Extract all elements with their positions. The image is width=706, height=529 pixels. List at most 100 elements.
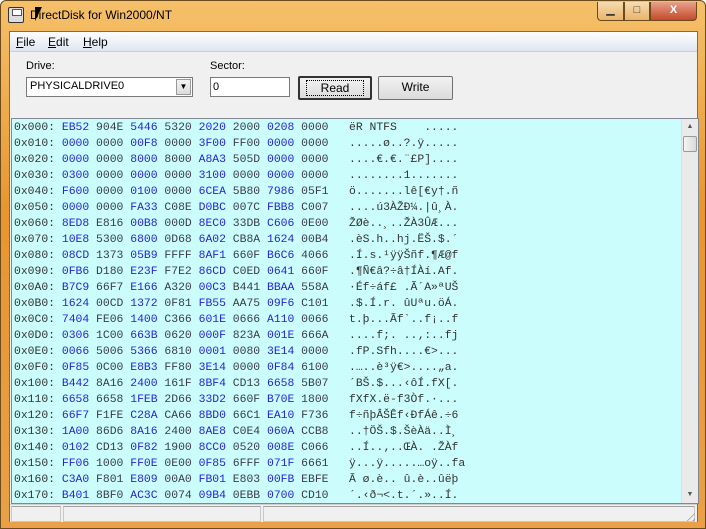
hex-word[interactable]: FF80 xyxy=(164,362,191,374)
hex-word[interactable]: 0000 xyxy=(96,154,123,166)
hex-word[interactable]: 0000 xyxy=(62,202,89,214)
hex-word[interactable]: 0000 xyxy=(130,170,157,182)
hex-word[interactable]: 000D xyxy=(164,218,191,230)
hex-word[interactable]: 0306 xyxy=(62,330,89,342)
hex-word[interactable]: B70E xyxy=(267,394,294,406)
hex-word[interactable]: 1400 xyxy=(130,314,157,326)
sector-input[interactable] xyxy=(210,77,290,97)
hex-word[interactable]: 1FEB xyxy=(130,394,157,406)
hex-word[interactable]: 0EBB xyxy=(233,490,260,502)
hex-word[interactable]: 08CD xyxy=(62,250,89,262)
menu-help[interactable]: Help xyxy=(83,35,108,49)
hex-word[interactable]: 0000 xyxy=(164,186,191,198)
hex-word[interactable]: 8EC0 xyxy=(199,218,226,230)
maximize-button[interactable]: □ xyxy=(624,2,650,21)
hex-word[interactable]: B6C6 xyxy=(267,250,294,262)
row-ascii[interactable]: .fP.Sfh....€>... xyxy=(349,344,458,360)
hex-word[interactable]: E8B3 xyxy=(130,362,157,374)
hex-word[interactable]: 0100 xyxy=(130,186,157,198)
row-ascii[interactable]: ö.......lê[€y†.ñ xyxy=(349,184,458,200)
hex-word[interactable]: 5366 xyxy=(130,346,157,358)
hex-word[interactable]: 0000 xyxy=(164,170,191,182)
hex-word[interactable]: 0001 xyxy=(199,346,226,358)
hex-word[interactable]: 05B9 xyxy=(130,250,157,262)
hex-word[interactable]: 5B80 xyxy=(233,186,260,198)
hex-word[interactable]: 00CD xyxy=(96,298,123,310)
row-ascii[interactable]: fXfX.ë-f3Òf.·... xyxy=(349,392,458,408)
hex-word[interactable]: F600 xyxy=(62,186,89,198)
hex-word[interactable]: A8A3 xyxy=(199,154,226,166)
hex-word[interactable]: 1000 xyxy=(96,458,123,470)
row-ascii[interactable]: ëR NTFS ..... xyxy=(349,120,458,136)
hex-word[interactable]: 505D xyxy=(233,154,260,166)
hex-word[interactable]: CCB8 xyxy=(301,426,328,438)
hex-word[interactable]: 00FB xyxy=(267,474,294,486)
hex-word[interactable]: 0080 xyxy=(233,346,260,358)
scroll-thumb[interactable] xyxy=(683,136,697,152)
hex-word[interactable]: 33DB xyxy=(233,218,260,230)
hex-word[interactable]: 007C xyxy=(233,202,260,214)
hex-word[interactable]: 0C00 xyxy=(96,362,123,374)
hex-word[interactable]: 0000 xyxy=(164,138,191,150)
row-ascii[interactable]: .Í.s.¹ÿÿŠñf.¶Æ@f xyxy=(349,248,458,264)
hex-word[interactable]: 6800 xyxy=(130,234,157,246)
hex-word[interactable]: BBAA xyxy=(267,282,294,294)
hex-word[interactable]: 2400 xyxy=(130,378,157,390)
menu-edit[interactable]: Edit xyxy=(48,35,69,49)
hex-word[interactable]: CB8A xyxy=(233,234,260,246)
hex-word[interactable]: D180 xyxy=(96,266,123,278)
hex-word[interactable]: 0520 xyxy=(233,442,260,454)
hex-word[interactable]: 0E00 xyxy=(301,218,328,230)
hex-word[interactable]: 6658 xyxy=(62,394,89,406)
hex-word[interactable]: 2400 xyxy=(164,426,191,438)
hex-word[interactable]: FF06 xyxy=(62,458,89,470)
hex-word[interactable]: 8000 xyxy=(130,154,157,166)
hex-word[interactable]: 6658 xyxy=(96,394,123,406)
hex-word[interactable]: 8AE8 xyxy=(199,426,226,438)
hex-word[interactable]: 1372 xyxy=(130,298,157,310)
hex-word[interactable]: 558A xyxy=(301,282,328,294)
hex-word[interactable]: 7986 xyxy=(267,186,294,198)
hex-word[interactable]: 6A02 xyxy=(199,234,226,246)
hex-word[interactable]: CD13 xyxy=(233,378,260,390)
hex-word[interactable]: 0066 xyxy=(62,346,89,358)
row-ascii[interactable]: .$.Í.r. ûUªu.öÁ. xyxy=(349,296,458,312)
hex-word[interactable]: AC3C xyxy=(130,490,157,502)
hex-word[interactable]: 0F82 xyxy=(130,442,157,454)
hex-word[interactable]: 0620 xyxy=(164,330,191,342)
hex-word[interactable]: EA10 xyxy=(267,410,294,422)
hex-word[interactable]: 660F xyxy=(233,250,260,262)
hex-word[interactable]: 8BF0 xyxy=(96,490,123,502)
hex-word[interactable]: F736 xyxy=(301,410,328,422)
hex-word[interactable]: 8000 xyxy=(164,154,191,166)
hex-word[interactable]: 660F xyxy=(233,394,260,406)
hex-word[interactable]: 0000 xyxy=(301,154,328,166)
hex-word[interactable]: FF00 xyxy=(233,138,260,150)
hex-word[interactable]: 5B07 xyxy=(301,378,328,390)
hex-word[interactable]: 0FB6 xyxy=(62,266,89,278)
hex-word[interactable]: 0000 xyxy=(301,122,328,134)
hex-word[interactable]: B442 xyxy=(62,378,89,390)
hex-word[interactable]: 0F81 xyxy=(164,298,191,310)
hex-word[interactable]: 00B4 xyxy=(301,234,328,246)
hex-word[interactable]: 6FFF xyxy=(233,458,260,470)
hex-word[interactable]: 6658 xyxy=(267,378,294,390)
hex-word[interactable]: 0000 xyxy=(96,138,123,150)
hex-word[interactable]: 008E xyxy=(267,442,294,454)
hex-word[interactable]: 666A xyxy=(301,330,328,342)
hex-word[interactable]: 0700 xyxy=(267,490,294,502)
hex-word[interactable]: C0ED xyxy=(233,266,260,278)
hex-word[interactable]: 6100 xyxy=(301,362,328,374)
hex-word[interactable]: 1800 xyxy=(301,394,328,406)
hex-word[interactable]: FB01 xyxy=(199,474,226,486)
hex-word[interactable]: 0E00 xyxy=(164,458,191,470)
hex-word[interactable]: E166 xyxy=(130,282,157,294)
row-ascii[interactable]: ....€.€.¨£P].... xyxy=(349,152,458,168)
hex-word[interactable]: 10E8 xyxy=(62,234,89,246)
hex-word[interactable]: 3100 xyxy=(199,170,226,182)
hex-word[interactable]: 0F84 xyxy=(267,362,294,374)
hex-word[interactable]: 0000 xyxy=(267,154,294,166)
hex-word[interactable]: CD10 xyxy=(301,490,328,502)
scroll-up-icon[interactable]: ▲ xyxy=(682,119,698,135)
vertical-scrollbar[interactable]: ▲ ▼ xyxy=(681,119,698,503)
